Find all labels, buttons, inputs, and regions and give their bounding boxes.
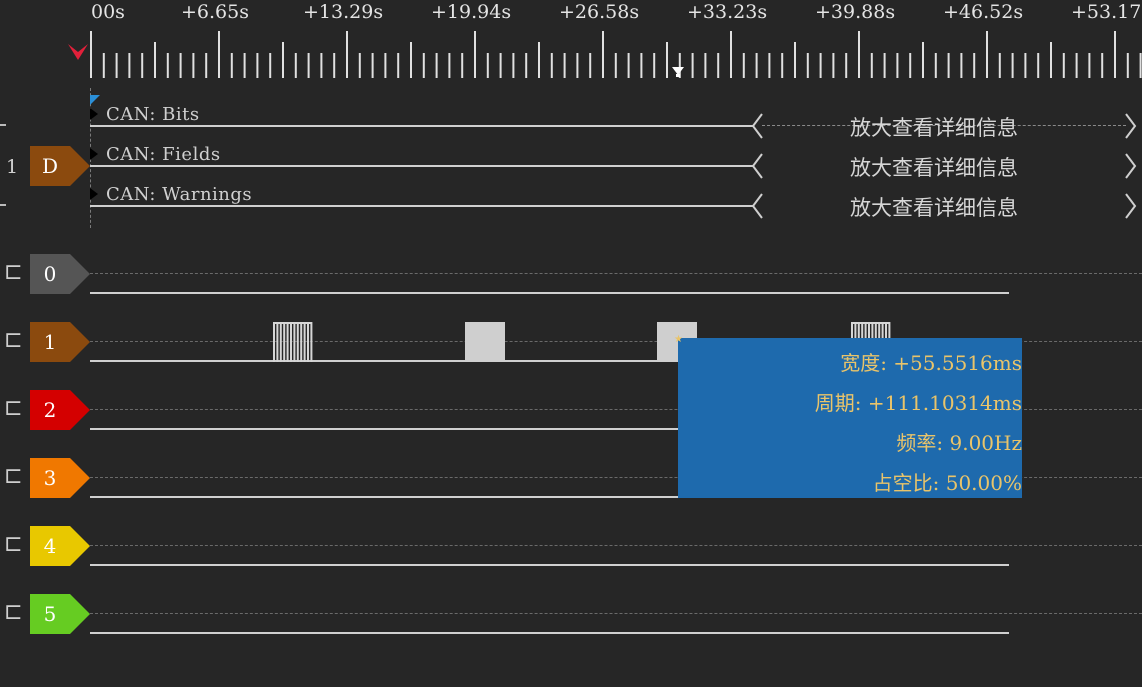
channel-bracket-icon[interactable]: ⊏ [4, 262, 23, 284]
channel-bracket-icon[interactable]: ⊏ [4, 398, 23, 420]
decoder-tag[interactable]: D [30, 146, 90, 186]
decoder-tag-label: D [41, 154, 59, 178]
channel-tag[interactable]: 2 [30, 390, 90, 430]
channel-bracket-icon[interactable]: ⊏ [4, 466, 23, 488]
channel-row-5[interactable]: ⊏ 5 [0, 594, 1142, 638]
channel-tag[interactable]: 5 [30, 594, 90, 634]
expand-arrow-icon[interactable] [90, 108, 100, 120]
channel-waveform [90, 632, 1009, 634]
channel-tag[interactable]: 4 [30, 526, 90, 566]
zoom-message: 放大查看详细信息 [850, 156, 1018, 180]
channel-waveform [90, 292, 1009, 294]
bracket-left-icon [751, 193, 763, 219]
group-tick-top [0, 124, 6, 126]
trigger-marker-icon[interactable] [66, 42, 90, 62]
channel-tag-label: 2 [43, 398, 57, 422]
channel-row-4[interactable]: ⊏ 4 [0, 526, 1142, 570]
group-tick-bottom [0, 204, 6, 206]
channel-row-0[interactable]: ⊏ 0 [0, 254, 1142, 298]
channel-bracket-icon[interactable]: ⊏ [4, 534, 23, 556]
decoder-row-label: CAN: Bits [106, 104, 200, 125]
channel-high-guide [90, 613, 1142, 614]
measurement-frequency: 频率: 9.00Hz [896, 431, 1022, 455]
channel-tag-label: 0 [43, 262, 57, 286]
channel-tag[interactable]: 3 [30, 458, 90, 498]
cursor-marker-icon[interactable] [671, 66, 685, 78]
time-ruler[interactable]: 00s +6.65s +13.29s +19.94s +26.58s +33.2… [0, 0, 1142, 88]
star-marker-icon: ★ [674, 334, 683, 345]
channel-tag-label: 4 [43, 534, 57, 558]
expand-arrow-icon[interactable] [90, 148, 100, 160]
channel-tag-label: 5 [43, 602, 57, 626]
zoom-message: 放大查看详细信息 [850, 196, 1018, 220]
measurement-width: 宽度: +55.5516ms [840, 351, 1022, 375]
bracket-right-icon [1125, 193, 1137, 219]
group-index: 1 [6, 156, 19, 178]
decoder-row-fields[interactable]: CAN: Fields 放大查看详细信息 [90, 140, 1142, 180]
bracket-right-icon [1125, 153, 1137, 179]
decoder-row-label: CAN: Fields [106, 144, 221, 165]
decoder-row-label: CAN: Warnings [106, 184, 253, 205]
measurement-popup[interactable]: ★ 宽度: +55.5516ms 周期: +111.10314ms 频率: 9.… [674, 334, 1022, 498]
channel-high-guide [90, 273, 1142, 274]
bracket-left-icon [751, 113, 763, 139]
decoder-group[interactable]: 1 D CAN: Bits 放大查看详细信息 CAN: Fields 放大查看详… [0, 100, 1142, 230]
channel-bracket-icon[interactable]: ⊏ [4, 602, 23, 624]
bracket-right-icon [1125, 113, 1137, 139]
measurement-duty: 占空比: 50.00% [872, 471, 1022, 495]
zoom-message: 放大查看详细信息 [850, 116, 1018, 140]
decoder-row-warnings[interactable]: CAN: Warnings 放大查看详细信息 [90, 180, 1142, 220]
bracket-left-icon [751, 153, 763, 179]
channel-tag[interactable]: 0 [30, 254, 90, 294]
ruler-ticks [90, 31, 1142, 78]
channel-tag-label: 3 [43, 466, 57, 490]
decoder-row-bits[interactable]: CAN: Bits 放大查看详细信息 [90, 100, 1142, 140]
channel-waveform [90, 564, 1009, 566]
channel-high-guide [90, 545, 1142, 546]
measurement-period: 周期: +111.10314ms [814, 391, 1022, 415]
expand-arrow-icon[interactable] [90, 188, 100, 200]
